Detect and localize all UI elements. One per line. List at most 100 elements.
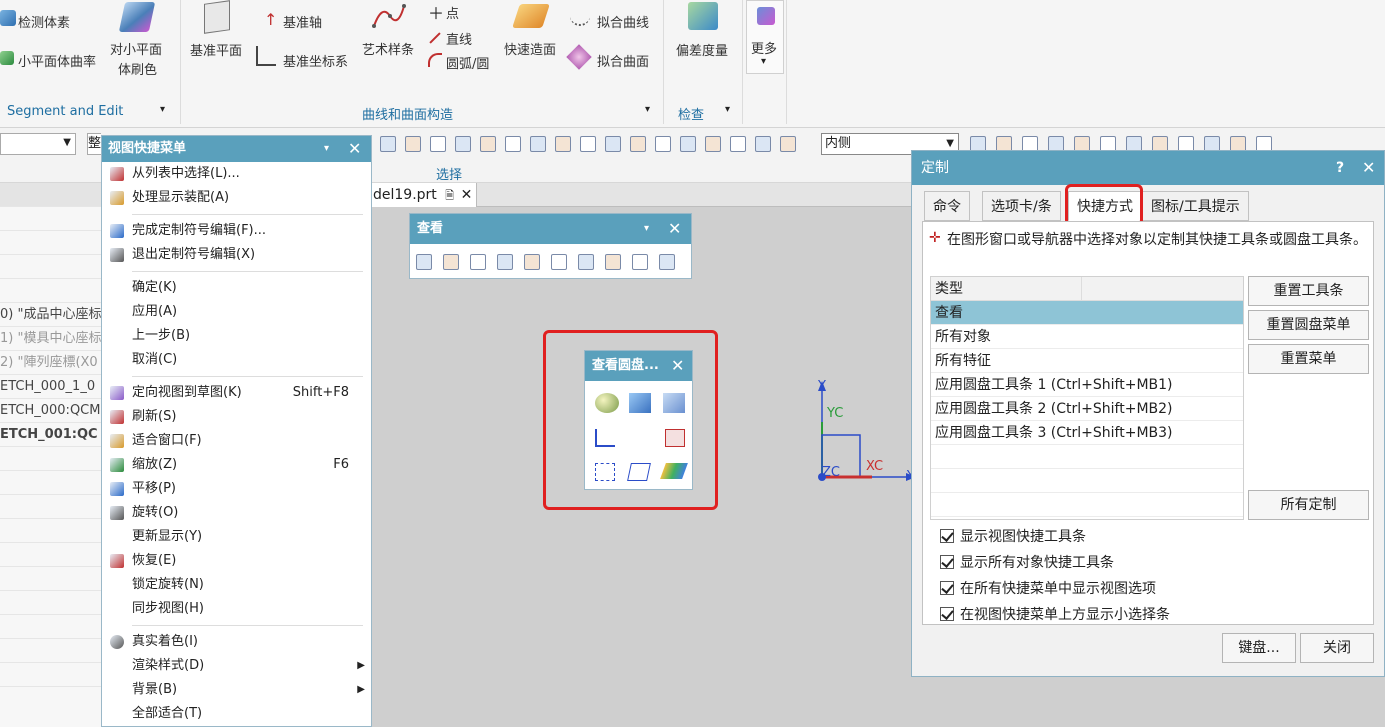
clip-icon[interactable] xyxy=(497,254,513,270)
select-filter-icon[interactable] xyxy=(705,136,721,152)
navigator-row[interactable]: 1) "模具中心座标 xyxy=(0,327,101,351)
navigator-row[interactable] xyxy=(0,591,101,615)
group-expand-icon[interactable]: ▾ xyxy=(160,104,165,115)
fit-icon[interactable] xyxy=(416,254,432,270)
fit-view-icon[interactable] xyxy=(595,463,615,481)
all-customize-button[interactable]: 所有定制 xyxy=(1248,490,1369,520)
menu-item[interactable]: 真实着色(I) xyxy=(102,630,371,654)
navigator-row[interactable] xyxy=(0,279,101,303)
navigator-row[interactable] xyxy=(0,231,101,255)
navigator-row[interactable] xyxy=(0,447,101,471)
menu-item[interactable]: 渲染样式(D) ▶ xyxy=(102,654,371,678)
fit-icon[interactable] xyxy=(632,254,648,270)
curve-icon[interactable] xyxy=(530,136,546,152)
list-item[interactable]: 应用圆盘工具条 2 (Ctrl+Shift+MB2) xyxy=(931,397,1243,421)
navigator-row[interactable]: 0) "成品中心座标 xyxy=(0,303,101,327)
refresh-icon[interactable] xyxy=(659,254,675,270)
shaded-cube-icon[interactable] xyxy=(629,393,651,413)
select-filter-icon[interactable] xyxy=(380,136,396,152)
navigator-row[interactable] xyxy=(0,663,101,687)
scope-dropdown[interactable]: 整 xyxy=(87,133,101,155)
tangent-icon[interactable] xyxy=(555,136,571,152)
tab-commands[interactable]: 命令 xyxy=(924,191,970,221)
navigator-row[interactable]: ETCH_000:QCM xyxy=(0,399,101,423)
checkbox-show-all-objects[interactable]: 显示所有对象快捷工具条 xyxy=(940,552,1114,572)
chevron-down-icon[interactable]: ▾ xyxy=(324,136,329,162)
body-icon[interactable] xyxy=(455,136,471,152)
menu-item[interactable]: 同步视图(H) xyxy=(102,597,371,621)
navigator-row[interactable] xyxy=(0,207,101,231)
list-item[interactable]: 应用圆盘工具条 3 (Ctrl+Shift+MB3) xyxy=(931,421,1243,445)
menu-item[interactable]: 从列表中选择(L)... xyxy=(102,162,371,186)
datum-plane-button[interactable]: 基准平面 xyxy=(186,0,250,62)
rectangle-select-icon[interactable] xyxy=(430,136,446,152)
snap-point-icon[interactable] xyxy=(405,136,421,152)
display-mode-icon[interactable] xyxy=(551,254,567,270)
list-item[interactable]: 所有对象 xyxy=(931,325,1243,349)
close-button[interactable]: 关闭 xyxy=(1300,633,1374,663)
menu-item[interactable]: 确定(K) xyxy=(102,276,371,300)
menu-item[interactable]: 平移(P) xyxy=(102,477,371,501)
menu-item[interactable]: 处理显示装配(A) xyxy=(102,186,371,210)
orient-view-icon[interactable] xyxy=(665,429,685,447)
close-icon[interactable]: ✕ xyxy=(461,187,473,203)
snap-point-icon[interactable] xyxy=(730,136,746,152)
type-filter-dropdown[interactable]: ▼ xyxy=(0,133,76,155)
tab-icons-tooltips[interactable]: 图标/工具提示 xyxy=(1142,191,1249,221)
line-icon[interactable] xyxy=(680,136,696,152)
deviation-gauge-button[interactable]: 偏差度量 xyxy=(672,2,736,62)
facet-brush-button[interactable]: 对小平面 体刷色 xyxy=(106,2,172,82)
measure-icon[interactable] xyxy=(524,254,540,270)
close-icon[interactable]: ✕ xyxy=(668,214,681,244)
navigator-row[interactable] xyxy=(0,543,101,567)
list-item[interactable]: 所有特征 xyxy=(931,349,1243,373)
body-icon[interactable] xyxy=(780,136,796,152)
checkbox-mini-selection-bar[interactable]: 在视图快捷菜单上方显示小选择条 xyxy=(940,604,1170,624)
menu-item[interactable]: 退出定制符号编辑(X) xyxy=(102,243,371,267)
shaded-edges-cube-icon[interactable] xyxy=(663,393,685,413)
tab-ribbons[interactable]: 选项卡/条 xyxy=(982,191,1061,221)
menu-item[interactable]: 旋转(O) xyxy=(102,501,371,525)
menu-item[interactable]: 刷新(S) xyxy=(102,405,371,429)
navigator-row[interactable]: ETCH_000_1_0 xyxy=(0,375,101,399)
orient-icon[interactable] xyxy=(470,254,486,270)
menu-item[interactable]: 更新显示(Y) xyxy=(102,525,371,549)
menu-item[interactable]: 应用(A) xyxy=(102,300,371,324)
undo-icon[interactable] xyxy=(578,254,594,270)
menu-item[interactable]: 缩放(Z) F6 xyxy=(102,453,371,477)
refresh-icon[interactable] xyxy=(443,254,459,270)
circle-icon[interactable] xyxy=(630,136,646,152)
shaded-sphere-icon[interactable] xyxy=(595,393,619,413)
menu-item[interactable]: 背景(B) ▶ xyxy=(102,678,371,702)
menu-item[interactable]: 适合窗口(F) xyxy=(102,429,371,453)
group-expand-icon[interactable]: ▾ xyxy=(645,104,650,115)
menu-item[interactable]: 取消(C) xyxy=(102,348,371,372)
menu-item[interactable]: 定向视图到草图(K) Shift+F8 xyxy=(102,381,371,405)
more-button[interactable]: 更多 ▾ xyxy=(746,0,784,74)
close-icon[interactable]: ✕ xyxy=(1362,151,1375,185)
navigator-row[interactable] xyxy=(0,471,101,495)
chevron-down-icon[interactable]: ▾ xyxy=(644,214,649,244)
spline-icon[interactable] xyxy=(580,136,596,152)
menu-item[interactable]: 恢复(E) xyxy=(102,549,371,573)
navigator-row[interactable] xyxy=(0,567,101,591)
list-item[interactable]: 应用圆盘工具条 1 (Ctrl+Shift+MB1) xyxy=(931,373,1243,397)
checkbox-show-view-options[interactable]: 在所有快捷菜单中显示视图选项 xyxy=(940,578,1156,598)
navigator-row[interactable] xyxy=(0,183,101,207)
redo-icon[interactable] xyxy=(605,254,621,270)
reset-radial-button[interactable]: 重置圆盘菜单 xyxy=(1248,310,1369,340)
close-icon[interactable]: ✕ xyxy=(348,136,361,162)
center-point-icon[interactable] xyxy=(605,136,621,152)
navigator-row[interactable] xyxy=(0,495,101,519)
navigator-row[interactable]: ETCH_001:QC xyxy=(0,423,101,447)
reset-menu-button[interactable]: 重置菜单 xyxy=(1248,344,1369,374)
menu-item[interactable]: 完成定制符号编辑(F)... xyxy=(102,219,371,243)
studio-display-icon[interactable] xyxy=(660,463,688,479)
point-icon[interactable] xyxy=(655,136,671,152)
edge-icon[interactable] xyxy=(505,136,521,152)
rapid-surfacing-button[interactable]: 快速造面 xyxy=(502,2,562,62)
navigator-row[interactable] xyxy=(0,519,101,543)
wireframe-cube-icon[interactable] xyxy=(627,463,651,481)
navigator-row[interactable] xyxy=(0,639,101,663)
menu-item[interactable]: 全部适合(T) xyxy=(102,702,371,726)
